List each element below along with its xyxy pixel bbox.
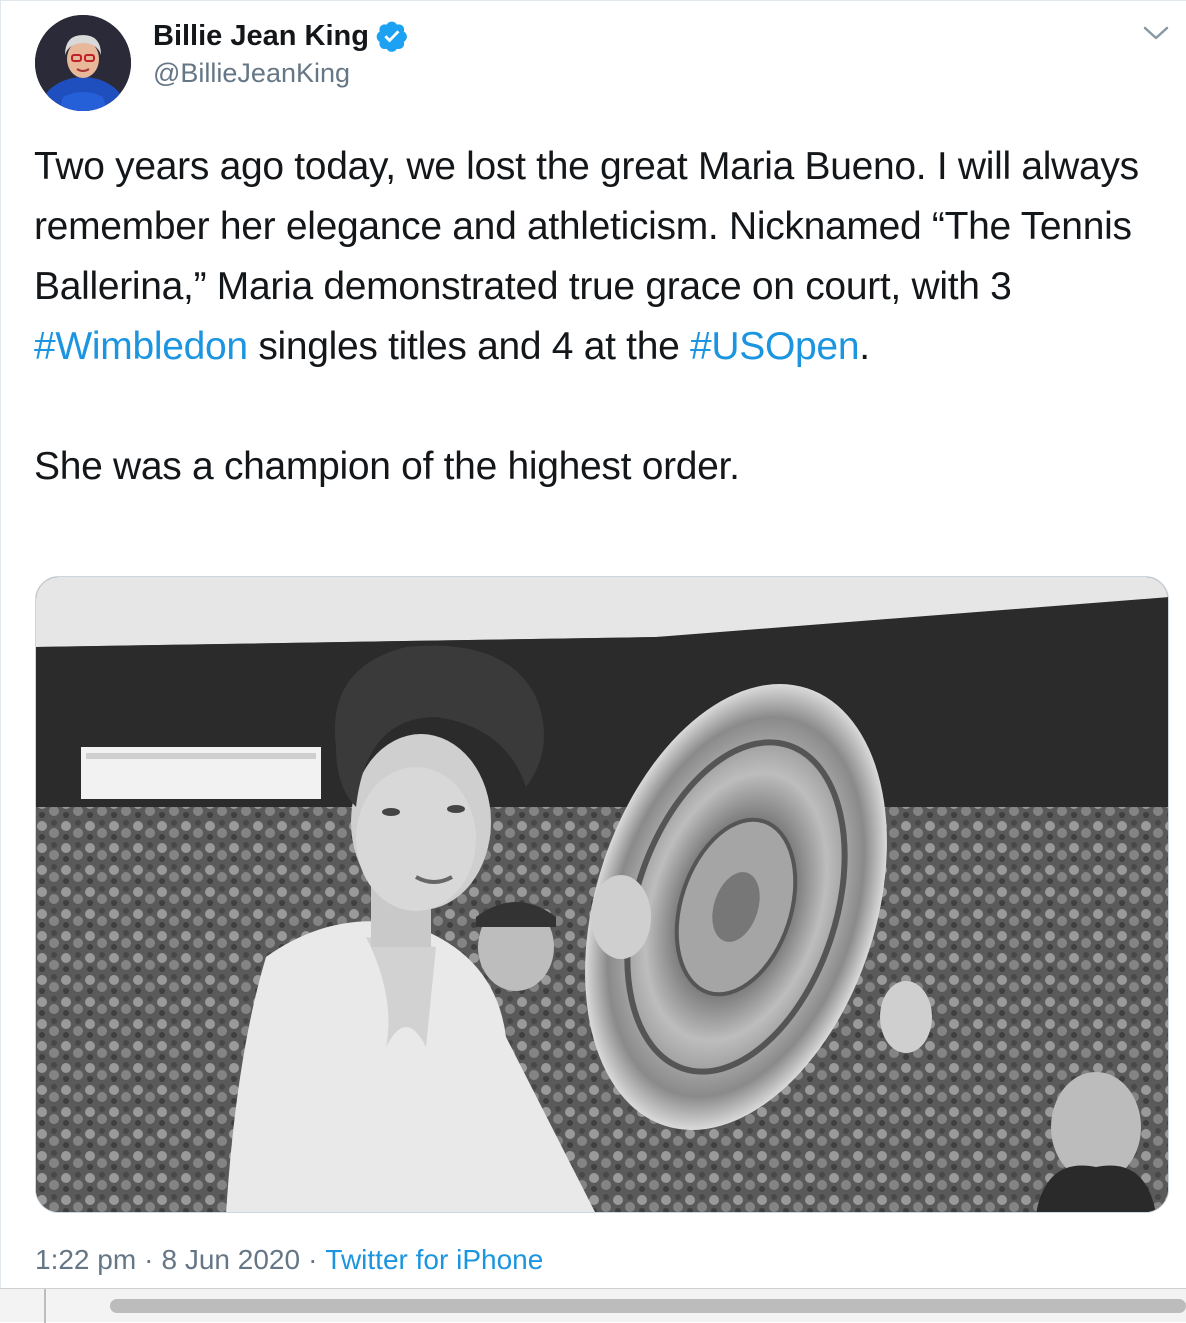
author-display-name[interactable]: Billie Jean King <box>153 20 369 53</box>
author-name-row[interactable]: Billie Jean King <box>153 19 409 53</box>
tweet-source-link[interactable]: Twitter for iPhone <box>325 1244 543 1275</box>
tweet-card[interactable]: Billie Jean King @BillieJeanKing Two yea… <box>0 0 1186 1288</box>
tweet-paragraph-1: Two years ago today, we lost the great M… <box>34 137 1174 377</box>
avatar[interactable] <box>35 15 131 111</box>
tweet-time[interactable]: 1:22 pm <box>35 1244 136 1275</box>
tweet-date[interactable]: 8 Jun 2020 <box>162 1244 301 1275</box>
chevron-down-icon[interactable] <box>1141 21 1171 45</box>
verified-badge-icon <box>375 19 409 53</box>
meta-separator: · <box>144 1244 154 1275</box>
meta-separator: · <box>308 1244 318 1275</box>
tweet-meta: 1:22 pm · 8 Jun 2020 · Twitter for iPhone <box>35 1244 543 1276</box>
tweet-text-segment: Two years ago today, we lost the great M… <box>34 145 1139 308</box>
tweet-text: Two years ago today, we lost the great M… <box>34 137 1174 497</box>
tweet-text-segment: singles titles and 4 at the <box>247 325 691 368</box>
tweet-paragraph-2: She was a champion of the highest order. <box>34 445 740 488</box>
scrollbar-divider <box>44 1289 46 1323</box>
tweet-photo[interactable] <box>35 576 1169 1213</box>
author-handle[interactable]: @BillieJeanKing <box>153 58 350 89</box>
horizontal-scrollbar[interactable] <box>0 1288 1186 1323</box>
hashtag-wimbledon-link[interactable]: #Wimbledon <box>34 325 248 368</box>
tweet-text-segment: . <box>859 325 870 368</box>
scrollbar-thumb[interactable] <box>110 1299 1186 1313</box>
hashtag-usopen-link[interactable]: #USOpen <box>690 325 859 368</box>
